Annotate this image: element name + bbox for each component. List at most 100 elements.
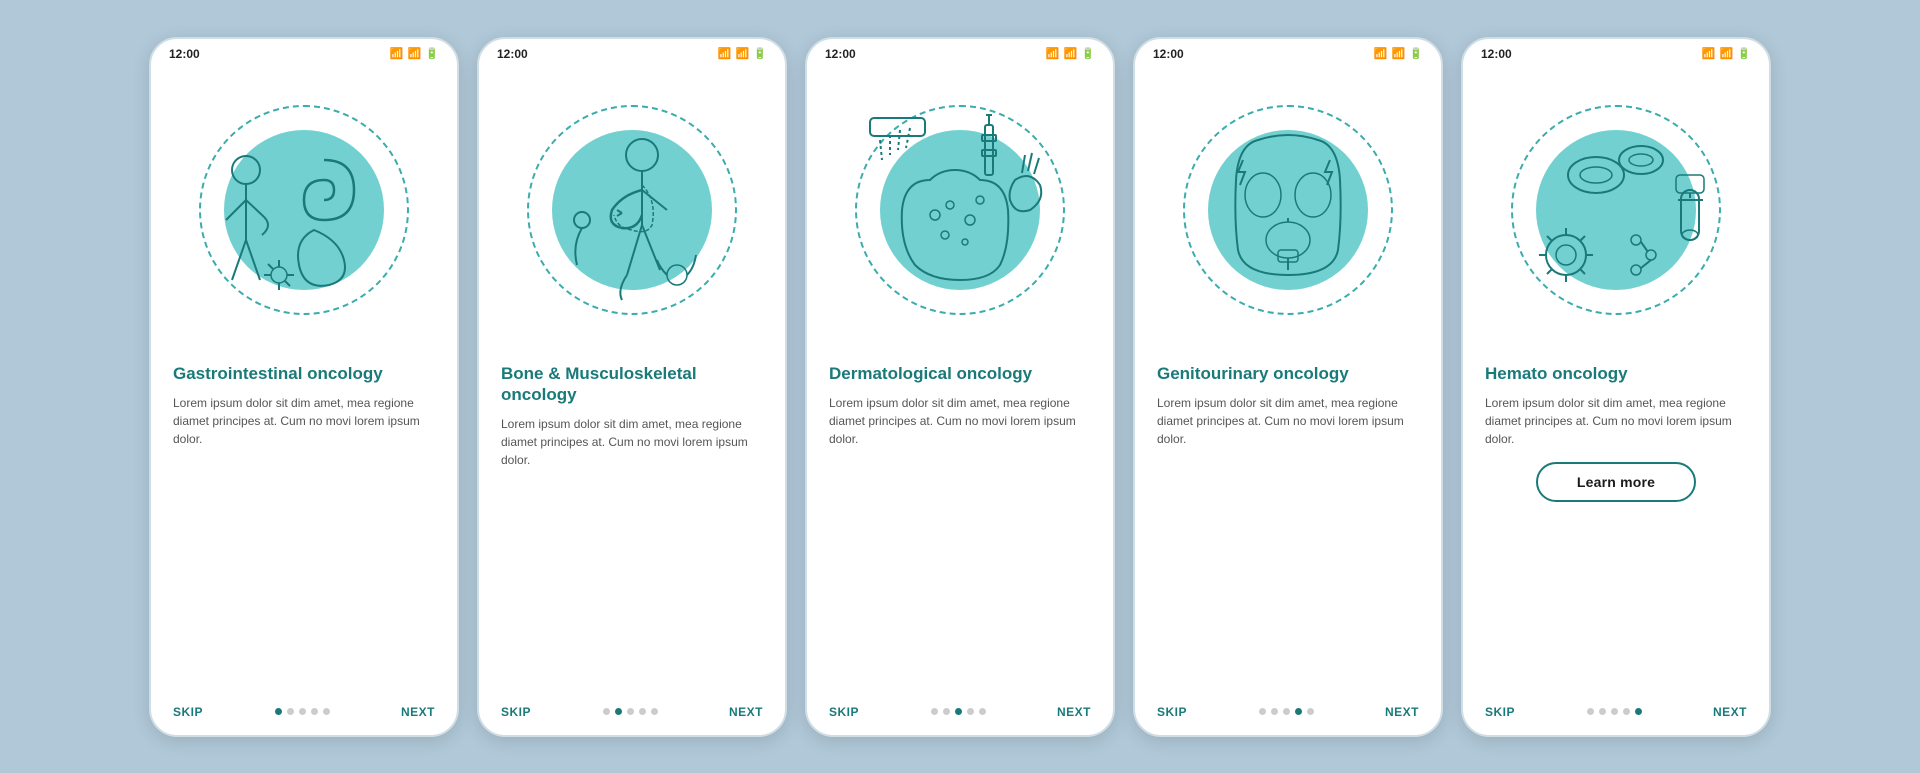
bottom-nav: SKIP NEXT [151, 695, 457, 735]
status-icons: 📶 📶 🔋 [1374, 47, 1423, 60]
wifi-icon: 📶 [1046, 47, 1060, 60]
dot-4[interactable] [1635, 708, 1642, 715]
dot-2[interactable] [1611, 708, 1618, 715]
wifi-icon: 📶 [1702, 47, 1716, 60]
dot-0[interactable] [931, 708, 938, 715]
card-description: Lorem ipsum dolor sit dim amet, mea regi… [1485, 394, 1747, 448]
dot-1[interactable] [1599, 708, 1606, 715]
status-bar: 12:00 📶 📶 🔋 [1135, 39, 1441, 65]
status-time: 12:00 [1153, 47, 1184, 61]
wifi-icon: 📶 [718, 47, 732, 60]
status-icons: 📶 📶 🔋 [390, 47, 439, 60]
skip-button[interactable]: SKIP [1157, 705, 1187, 719]
dot-1[interactable] [287, 708, 294, 715]
pagination-dots [603, 708, 658, 715]
status-icons: 📶 📶 🔋 [1702, 47, 1751, 60]
content-area: Genitourinary oncology Lorem ipsum dolor … [1135, 355, 1441, 695]
content-area: Gastrointestinal oncology Lorem ipsum dol… [151, 355, 457, 695]
status-bar: 12:00 📶 📶 🔋 [807, 39, 1113, 65]
content-area: Dermatological oncology Lorem ipsum dolor… [807, 355, 1113, 695]
pagination-dots [275, 708, 330, 715]
status-time: 12:00 [1481, 47, 1512, 61]
card-description: Lorem ipsum dolor sit dim amet, mea regi… [501, 415, 763, 469]
status-bar: 12:00 📶 📶 🔋 [479, 39, 785, 65]
next-button[interactable]: NEXT [401, 705, 435, 719]
dot-3[interactable] [311, 708, 318, 715]
phones-container: 12:00 📶 📶 🔋 [149, 37, 1771, 737]
dot-2[interactable] [299, 708, 306, 715]
card-title: Genitourinary oncology [1157, 363, 1419, 384]
wifi-icon: 📶 [390, 47, 404, 60]
dot-0[interactable] [1587, 708, 1594, 715]
dot-0[interactable] [275, 708, 282, 715]
card-description: Lorem ipsum dolor sit dim amet, mea regi… [1157, 394, 1419, 448]
dot-4[interactable] [651, 708, 658, 715]
dot-1[interactable] [943, 708, 950, 715]
content-area: Hemato oncologyLorem ipsum dolor sit dim… [1463, 355, 1769, 695]
card-description: Lorem ipsum dolor sit dim amet, mea regi… [173, 394, 435, 448]
card-title: Gastrointestinal oncology [173, 363, 435, 384]
battery-icon: 🔋 [1737, 47, 1751, 60]
dot-1[interactable] [615, 708, 622, 715]
dot-2[interactable] [955, 708, 962, 715]
pagination-dots [1259, 708, 1314, 715]
dot-4[interactable] [979, 708, 986, 715]
pagination-dots [931, 708, 986, 715]
dot-4[interactable] [323, 708, 330, 715]
status-bar: 12:00 📶 📶 🔋 [151, 39, 457, 65]
illustration-area [151, 65, 457, 355]
bottom-nav: SKIP NEXT [1463, 695, 1769, 735]
skip-button[interactable]: SKIP [1485, 705, 1515, 719]
status-time: 12:00 [169, 47, 200, 61]
illustration-svg [830, 80, 1090, 340]
phone-dermatological: 12:00 📶 📶 🔋 [805, 37, 1115, 737]
illustration-svg [1486, 80, 1746, 340]
battery-icon: 🔋 [1409, 47, 1423, 60]
phone-bone-musculoskeletal: 12:00 📶 📶 🔋 [477, 37, 787, 737]
phone-gastrointestinal: 12:00 📶 📶 🔋 [149, 37, 459, 737]
content-area: Bone & Musculoskeletal oncology Lorem ips… [479, 355, 785, 695]
wifi-icon: 📶 [1374, 47, 1388, 60]
next-button[interactable]: NEXT [1385, 705, 1419, 719]
illustration-area [1135, 65, 1441, 355]
bottom-nav: SKIP NEXT [807, 695, 1113, 735]
skip-button[interactable]: SKIP [829, 705, 859, 719]
dot-4[interactable] [1307, 708, 1314, 715]
signal-icon: 📶 [1064, 47, 1078, 60]
skip-button[interactable]: SKIP [173, 705, 203, 719]
signal-icon: 📶 [1392, 47, 1406, 60]
illustration-svg [502, 80, 762, 340]
skip-button[interactable]: SKIP [501, 705, 531, 719]
illustration-area [807, 65, 1113, 355]
battery-icon: 🔋 [425, 47, 439, 60]
next-button[interactable]: NEXT [729, 705, 763, 719]
dot-2[interactable] [1283, 708, 1290, 715]
dot-1[interactable] [1271, 708, 1278, 715]
dot-0[interactable] [1259, 708, 1266, 715]
battery-icon: 🔋 [753, 47, 767, 60]
phone-genitourinary: 12:00 📶 📶 🔋 [1133, 37, 1443, 737]
pagination-dots [1587, 708, 1642, 715]
card-title: Dermatological oncology [829, 363, 1091, 384]
dot-3[interactable] [639, 708, 646, 715]
next-button[interactable]: NEXT [1713, 705, 1747, 719]
dot-3[interactable] [967, 708, 974, 715]
illustration-svg [174, 80, 434, 340]
dot-2[interactable] [627, 708, 634, 715]
status-icons: 📶 📶 🔋 [1046, 47, 1095, 60]
signal-icon: 📶 [1720, 47, 1734, 60]
dot-3[interactable] [1295, 708, 1302, 715]
signal-icon: 📶 [736, 47, 750, 60]
status-time: 12:00 [825, 47, 856, 61]
learn-more-button[interactable]: Learn more [1536, 462, 1696, 502]
signal-icon: 📶 [408, 47, 422, 60]
card-description: Lorem ipsum dolor sit dim amet, mea regi… [829, 394, 1091, 448]
next-button[interactable]: NEXT [1057, 705, 1091, 719]
card-title: Bone & Musculoskeletal oncology [501, 363, 763, 406]
dot-0[interactable] [603, 708, 610, 715]
illustration-area [479, 65, 785, 355]
illustration-svg [1158, 80, 1418, 340]
bottom-nav: SKIP NEXT [1135, 695, 1441, 735]
dot-3[interactable] [1623, 708, 1630, 715]
illustration-area [1463, 65, 1769, 355]
